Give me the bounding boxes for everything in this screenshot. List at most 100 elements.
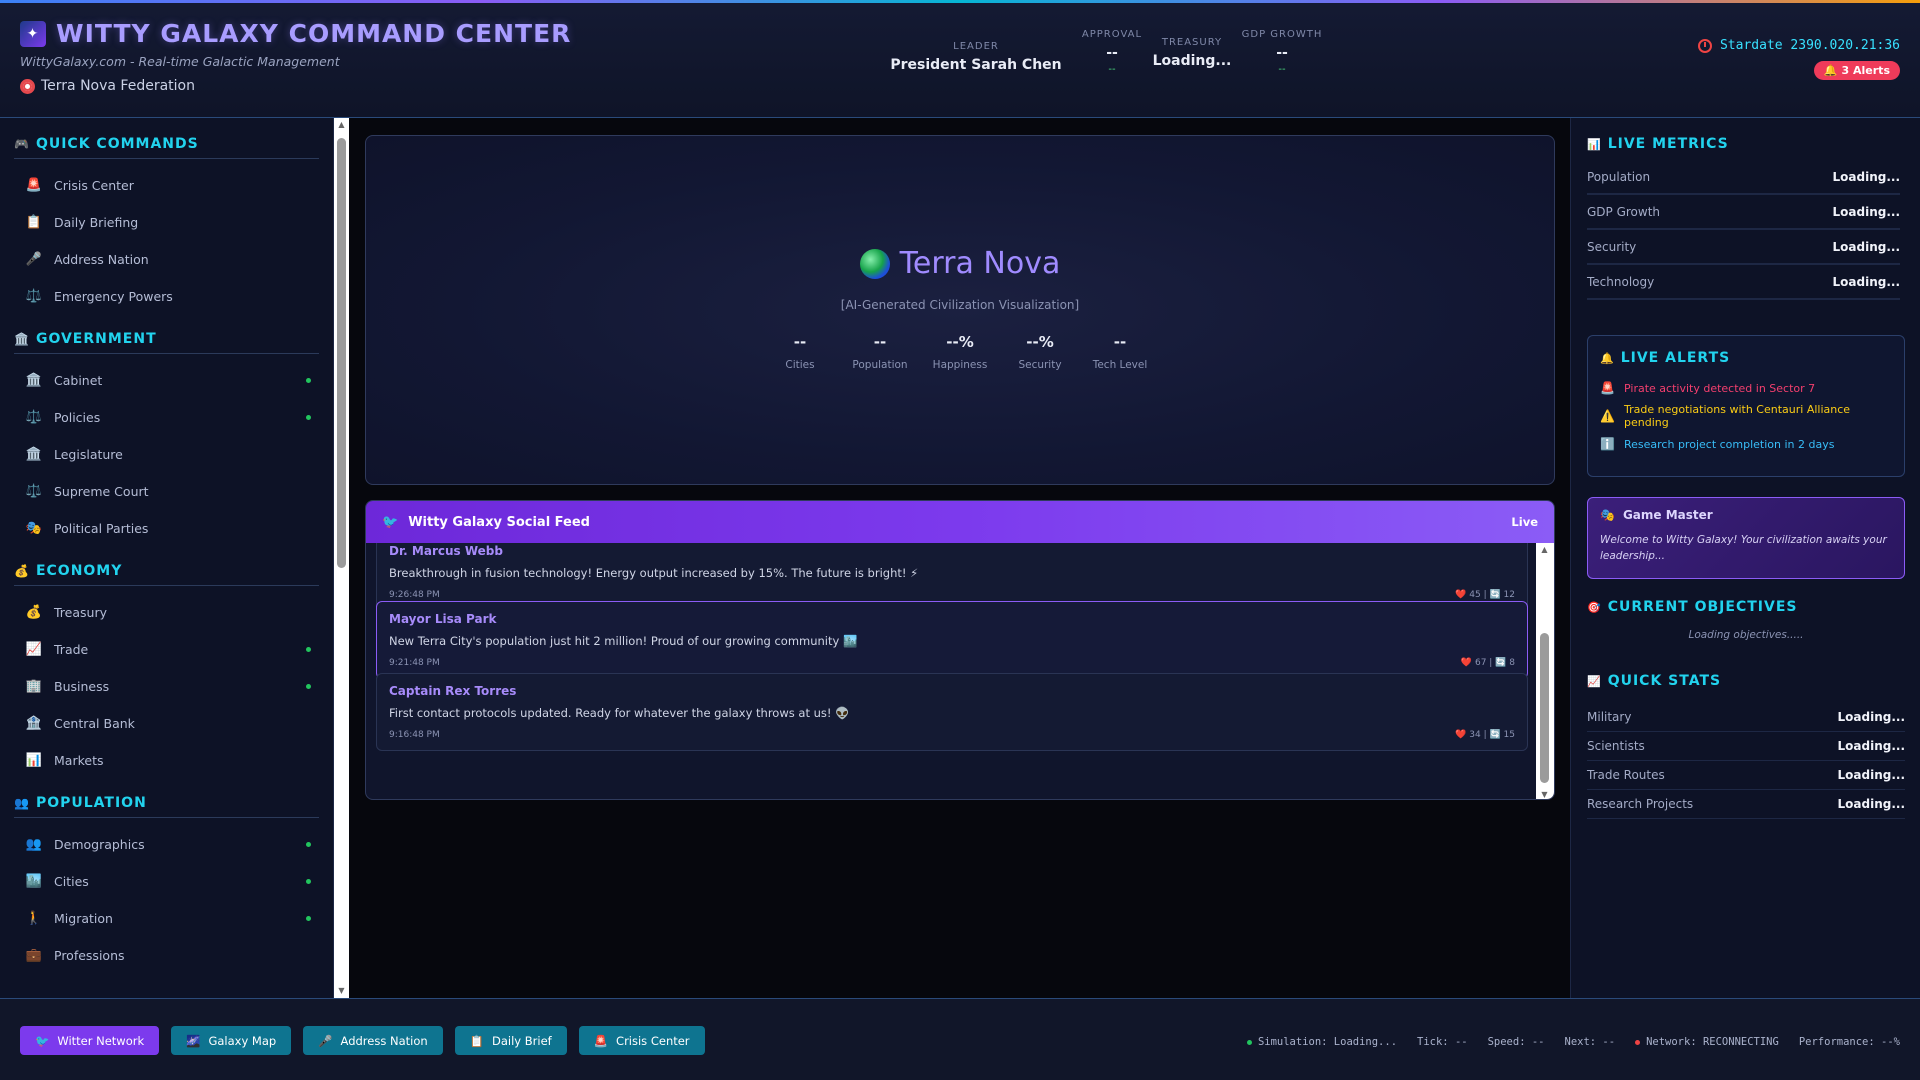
sidebar-item-migration[interactable]: 🚶 Migration <box>14 900 319 937</box>
post-reposts: 8 <box>1509 658 1515 668</box>
post-author[interactable]: Mayor Lisa Park <box>389 612 1515 626</box>
microphone-icon: 🎤 <box>318 1033 333 1048</box>
alert-item[interactable]: 🚨 Pirate activity detected in Sector 7 <box>1600 374 1892 402</box>
sidebar-scrollbar[interactable]: ▲ ▼ <box>334 118 349 998</box>
civ-stat-population: -- Population <box>843 333 917 371</box>
sidebar-item-professions[interactable]: 💼 Professions <box>14 937 319 974</box>
money-bag-icon: 💰 <box>14 564 30 578</box>
scroll-down-arrow-icon[interactable]: ▼ <box>1540 790 1549 799</box>
feed-post[interactable]: Mayor Lisa Park New Terra City's populati… <box>376 601 1528 679</box>
civ-stat-value: -- <box>793 333 807 351</box>
scales-icon: ⚖️ <box>25 289 43 304</box>
alert-item[interactable]: ℹ️ Research project completion in 2 days <box>1600 430 1892 458</box>
post-author[interactable]: Captain Rex Torres <box>389 684 1515 698</box>
civilization-visualization: Terra Nova [AI-Generated Civilization Vi… <box>365 135 1555 485</box>
witter-network-button[interactable]: 🐦 Witter Network <box>20 1026 160 1055</box>
civilization-title: Terra Nova <box>366 246 1554 281</box>
sidebar-item-central-bank[interactable]: 🏦 Central Bank <box>14 705 319 742</box>
sidebar-item-crisis-center[interactable]: 🚨 Crisis Center <box>14 167 319 204</box>
scroll-up-arrow-icon[interactable]: ▲ <box>337 120 346 130</box>
separator: | <box>1486 658 1496 668</box>
civ-stat-happiness: --% Happiness <box>923 333 997 371</box>
metric-value: Loading... <box>1832 204 1901 219</box>
sidebar-item-political-parties[interactable]: 🎭 Political Parties <box>14 510 319 547</box>
treasury-value: Loading... <box>1152 53 1232 69</box>
sidebar-scroll-thumb[interactable] <box>337 138 346 568</box>
live-alerts-header: 🔔 LIVE ALERTS <box>1600 350 1892 366</box>
simulation-status: Simulation: Loading... <box>1246 1036 1397 1048</box>
gamepad-icon: 🎮 <box>14 137 30 151</box>
sidebar-item-label: Daily Briefing <box>54 215 139 230</box>
post-reposts: 15 <box>1503 730 1515 740</box>
repost-icon[interactable]: 🔄 <box>1489 730 1503 740</box>
warning-icon: ⚠️ <box>1600 409 1615 423</box>
heart-icon[interactable]: ❤️ <box>1455 730 1469 740</box>
quick-stats: 📈 QUICK STATS Military Loading... Scientis… <box>1587 673 1905 819</box>
repost-icon[interactable]: 🔄 <box>1489 590 1503 600</box>
live-metrics: 📊 LIVE METRICS Population Loading... GDP G… <box>1587 136 1905 300</box>
civ-stat-value: -- <box>873 333 887 351</box>
sidebar-item-demographics[interactable]: 👥 Demographics <box>14 826 319 863</box>
siren-icon: 🚨 <box>25 178 43 193</box>
game-master-panel: 🎭 Game Master Welcome to Witty Galaxy! Y… <box>1587 497 1905 579</box>
crisis-center-button[interactable]: 🚨 Crisis Center <box>578 1026 705 1055</box>
civ-stat-tech-level: -- Tech Level <box>1083 333 1157 371</box>
civ-stat-value: -- <box>1113 333 1127 351</box>
brand: ✦ WITTY GALAXY COMMAND CENTER WittyGalax… <box>20 19 571 94</box>
quick-stat-name: Research Projects <box>1587 797 1694 811</box>
heart-icon[interactable]: ❤️ <box>1455 590 1469 600</box>
sidebar-item-label: Demographics <box>54 837 145 852</box>
alerts-badge[interactable]: 🔔 3 Alerts <box>1813 61 1900 80</box>
feed-post[interactable]: Captain Rex Torres First contact protocol… <box>376 673 1528 751</box>
sidebar-item-label: Emergency Powers <box>54 289 173 304</box>
sidebar-item-business[interactable]: 🏢 Business <box>14 668 319 705</box>
sidebar-item-trade[interactable]: 📈 Trade <box>14 631 319 668</box>
address-nation-button[interactable]: 🎤 Address Nation <box>303 1026 443 1055</box>
quick-stat-military: Military Loading... <box>1587 703 1905 732</box>
sidebar-item-supreme-court[interactable]: ⚖️ Supreme Court <box>14 473 319 510</box>
repost-icon[interactable]: 🔄 <box>1495 658 1509 668</box>
network-status: Network: RECONNECTING <box>1635 1036 1779 1048</box>
scroll-up-arrow-icon[interactable]: ▲ <box>1540 545 1549 554</box>
feed-posts[interactable]: Dr. Marcus Webb Breakthrough in fusion te… <box>366 543 1538 799</box>
scroll-down-arrow-icon[interactable]: ▼ <box>337 986 346 996</box>
leader-stat: LEADER President Sarah Chen <box>880 41 1072 75</box>
sidebar-item-cities[interactable]: 🏙️ Cities <box>14 863 319 900</box>
app-root: ✦ WITTY GALAXY COMMAND CENTER WittyGalax… <box>0 0 1920 1080</box>
approval-label: APPROVAL <box>1081 29 1143 40</box>
daily-brief-button[interactable]: 📋 Daily Brief <box>454 1026 567 1055</box>
metric-technology: Technology Loading... <box>1587 265 1900 300</box>
post-author[interactable]: Dr. Marcus Webb <box>389 544 1515 558</box>
sidebar-item-cabinet[interactable]: 🏛️ Cabinet <box>14 362 319 399</box>
feed-scrollbar[interactable]: ▲ ▼ <box>1536 543 1554 799</box>
sidebar-item-policies[interactable]: ⚖️ Policies <box>14 399 319 436</box>
civ-stat-security: --% Security <box>1003 333 1077 371</box>
metric-name: Technology <box>1587 274 1655 289</box>
quick-stats-header: 📈 QUICK STATS <box>1587 673 1905 689</box>
post-engagement: ❤️ 67 | 🔄 8 <box>1461 658 1515 668</box>
button-label: Address Nation <box>340 1033 428 1048</box>
treasury-stat: TREASURY Loading... <box>1152 37 1232 75</box>
sidebar-item-legislature[interactable]: 🏛️ Legislature <box>14 436 319 473</box>
civ-stat-label: Tech Level <box>1092 359 1148 371</box>
sidebar-item-address-nation[interactable]: 🎤 Address Nation <box>14 241 319 278</box>
siren-icon: 🚨 <box>593 1033 609 1048</box>
performance-status: Performance: --% <box>1798 1036 1900 1048</box>
sidebar-item-daily-briefing[interactable]: 📋 Daily Briefing <box>14 204 319 241</box>
sidebar-item-label: Business <box>54 679 110 694</box>
status-ok-dot-icon <box>1246 1039 1252 1045</box>
sidebar-item-emergency-powers[interactable]: ⚖️ Emergency Powers <box>14 278 319 315</box>
active-dot-icon <box>306 415 311 420</box>
alert-item[interactable]: ⚠️ Trade negotiations with Centauri Allia… <box>1600 402 1892 430</box>
sidebar-item-treasury[interactable]: 💰 Treasury <box>14 594 319 631</box>
masks-icon: 🎭 <box>1600 508 1615 522</box>
game-master-message: Welcome to Witty Galaxy! Your civilizati… <box>1600 534 1887 562</box>
feed-scroll-thumb[interactable] <box>1540 633 1549 783</box>
heart-icon[interactable]: ❤️ <box>1461 658 1475 668</box>
sidebar-content: 🎮 QUICK COMMANDS 🚨 Crisis Center 📋 Daily Brie… <box>14 136 319 990</box>
galaxy-map-button[interactable]: 🌌 Galaxy Map <box>171 1026 292 1055</box>
metric-gdp-growth: GDP Growth Loading... <box>1587 195 1900 230</box>
civ-stat-cities: -- Cities <box>763 333 837 371</box>
masks-icon: 🎭 <box>25 521 43 536</box>
sidebar-item-markets[interactable]: 📊 Markets <box>14 742 319 779</box>
